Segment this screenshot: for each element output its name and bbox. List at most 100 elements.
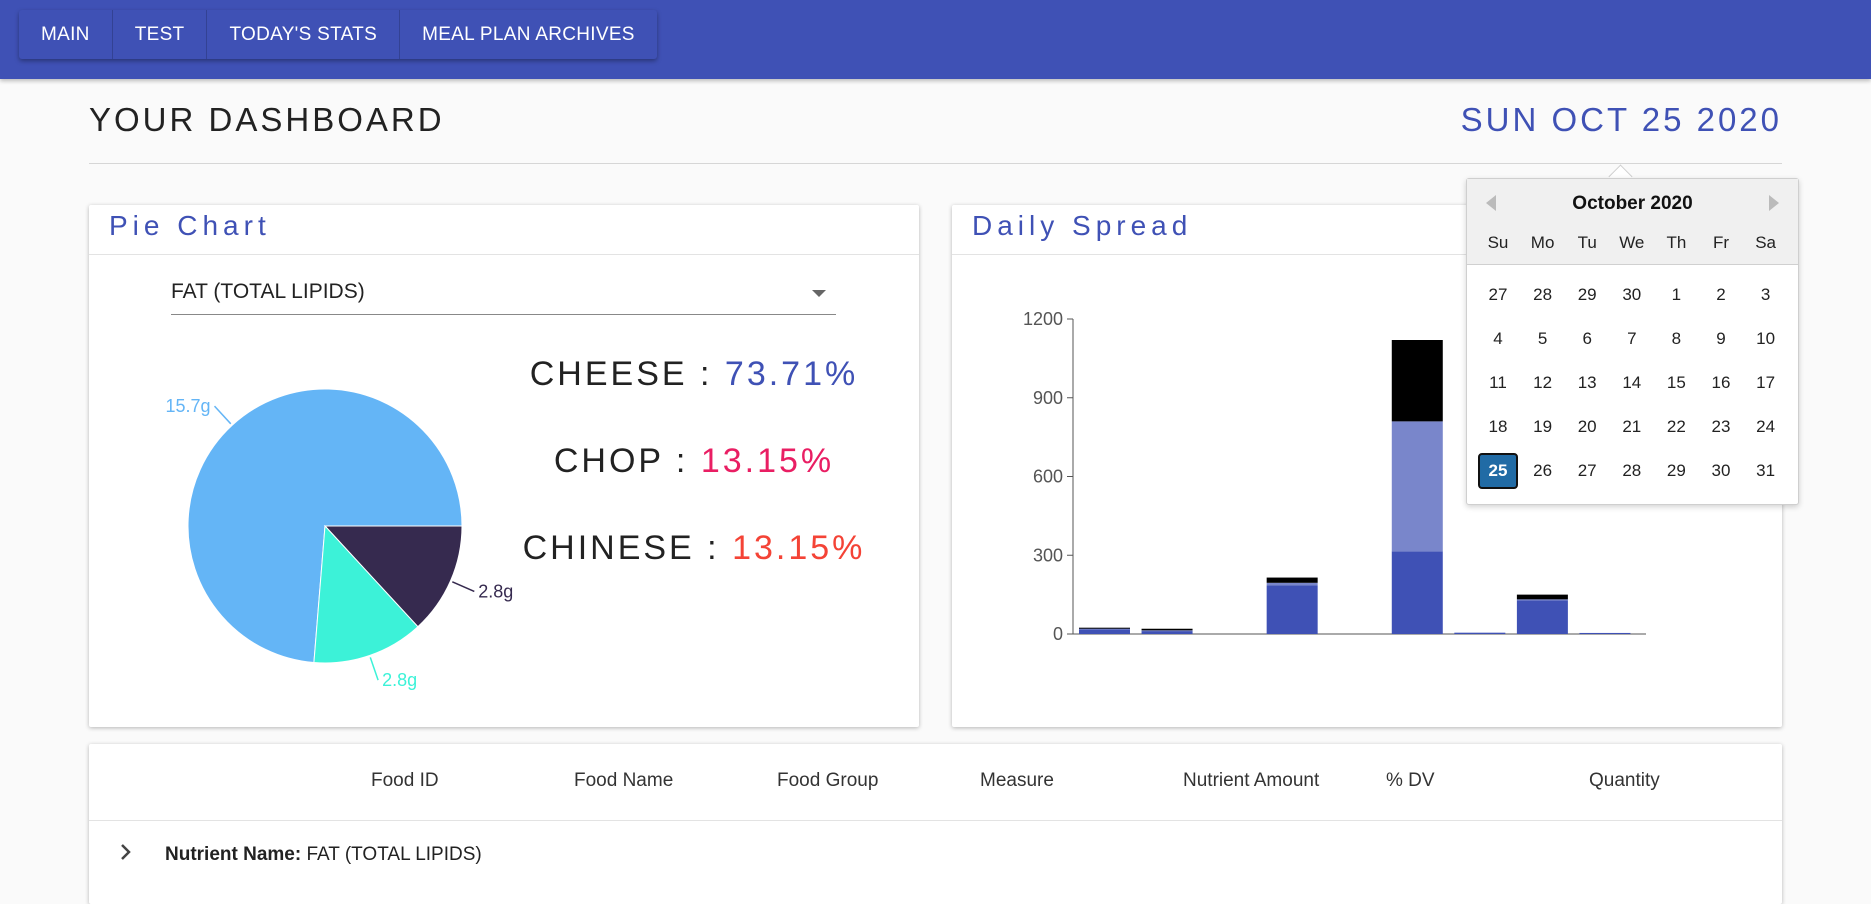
legend-name: CHINESE	[522, 529, 695, 567]
calendar-day[interactable]: 18	[1478, 409, 1518, 445]
col-header-quantity[interactable]: Quantity	[1589, 770, 1660, 792]
weekday-sa: Sa	[1755, 233, 1776, 252]
chevron-right-icon[interactable]	[119, 842, 133, 868]
calendar-day[interactable]: 15	[1656, 365, 1696, 401]
col-header-percent-dv[interactable]: % DV	[1386, 770, 1435, 792]
calendar-day[interactable]: 25	[1478, 453, 1518, 489]
bar-0-series-0[interactable]	[1079, 629, 1130, 634]
col-header-measure[interactable]: Measure	[980, 770, 1054, 792]
spread-card-title: Daily Spread	[972, 210, 1193, 241]
pie-slice-label-2: 2.8g	[382, 670, 417, 690]
calendar-day[interactable]: 22	[1656, 409, 1696, 445]
calendar-day[interactable]: 24	[1746, 409, 1786, 445]
calendar-day[interactable]: 19	[1523, 409, 1563, 445]
pie-chart-card: Pie Chart FAT (TOTAL LIPIDS) 15.7g 2.8g 2.…	[89, 205, 919, 727]
pie-label-leader-0	[213, 405, 232, 425]
bar-5-series-1[interactable]	[1391, 421, 1443, 552]
calendar-day[interactable]: 14	[1612, 365, 1652, 401]
legend-entry-chinese: CHINESE : 13.15%	[509, 529, 879, 568]
calendar-day[interactable]: 4	[1478, 321, 1518, 357]
legend-entry-cheese: CHEESE : 73.71%	[509, 355, 879, 394]
datepicker-month-label: October 2020	[1572, 193, 1693, 214]
nav-todays-stats-button[interactable]: TODAY'S STATS	[207, 10, 401, 59]
weekday-th: Th	[1666, 233, 1687, 252]
calendar-day[interactable]: 3	[1746, 277, 1786, 313]
pie-card-title: Pie Chart	[109, 210, 271, 241]
calendar-day[interactable]: 13	[1567, 365, 1607, 401]
bar-3-series-2[interactable]	[1266, 577, 1318, 583]
calendar-day[interactable]: 27	[1478, 277, 1518, 313]
col-header-food-name[interactable]: Food Name	[574, 770, 673, 792]
col-header-food-group[interactable]: Food Group	[777, 770, 878, 792]
calendar-day[interactable]: 29	[1656, 453, 1696, 489]
nutrient-name-value: FAT (TOTAL LIPIDS)	[301, 844, 482, 865]
col-header-food-id[interactable]: Food ID	[371, 770, 439, 792]
next-month-icon[interactable]	[1769, 195, 1779, 211]
calendar-day[interactable]: 17	[1746, 365, 1786, 401]
header-divider	[89, 163, 1782, 164]
bar-1-series-1[interactable]	[1141, 630, 1193, 632]
calendar-day[interactable]: 5	[1523, 321, 1563, 357]
app-bar: MAIN TEST TODAY'S STATS MEAL PLAN ARCHIV…	[0, 0, 1871, 79]
bar-5-series-0[interactable]	[1391, 551, 1443, 634]
legend-separator: :	[694, 529, 733, 567]
nav-test-button[interactable]: TEST	[113, 10, 208, 59]
calendar-day[interactable]: 23	[1701, 409, 1741, 445]
col-header-nutrient-amount[interactable]: Nutrient Amount	[1183, 770, 1319, 792]
bar-1-series-2[interactable]	[1141, 628, 1193, 631]
pie-slice-label-1: 2.8g	[478, 581, 513, 601]
bar-5-series-2[interactable]	[1391, 340, 1443, 422]
nav-main-button[interactable]: MAIN	[19, 10, 113, 59]
calendar-day[interactable]: 16	[1701, 365, 1741, 401]
dropdown-arrow-icon[interactable]	[812, 290, 826, 297]
pie-slice-label-0: 15.7g	[165, 396, 210, 416]
calendar-day[interactable]: 31	[1746, 453, 1786, 489]
bar-8-series-0[interactable]	[1579, 632, 1631, 634]
weekday-tu: Tu	[1577, 233, 1597, 252]
bar-3-series-0[interactable]	[1266, 585, 1318, 634]
bar-6-series-0[interactable]	[1454, 632, 1506, 634]
weekday-we: We	[1619, 233, 1645, 252]
calendar-day[interactable]: 9	[1701, 321, 1741, 357]
nav-meal-plan-archives-button[interactable]: MEAL PLAN ARCHIVES	[400, 10, 657, 59]
y-tick-label: 600	[1033, 467, 1063, 487]
weekday-fr: Fr	[1712, 233, 1730, 252]
calendar-day[interactable]: 21	[1612, 409, 1652, 445]
bar-3-series-1[interactable]	[1266, 582, 1318, 586]
calendar-day[interactable]: 2	[1701, 277, 1741, 313]
calendar-day[interactable]: 1	[1656, 277, 1696, 313]
y-tick-label: 0	[1053, 624, 1063, 644]
pie-label-leader-2	[369, 657, 379, 681]
table-header-divider	[89, 820, 1782, 821]
calendar-day[interactable]: 6	[1567, 321, 1607, 357]
calendar-day[interactable]: 28	[1523, 277, 1563, 313]
pie-label-leader-1	[452, 581, 475, 593]
bar-7-series-2[interactable]	[1516, 594, 1568, 600]
bar-0-series-2[interactable]	[1079, 627, 1130, 629]
calendar-day[interactable]: 20	[1567, 409, 1607, 445]
legend-name: CHEESE	[529, 355, 688, 393]
calendar-day[interactable]: 8	[1656, 321, 1696, 357]
calendar-day[interactable]: 10	[1746, 321, 1786, 357]
calendar-day[interactable]: 28	[1612, 453, 1652, 489]
legend-percent: 13.15%	[732, 529, 866, 567]
nutrient-select[interactable]: FAT (TOTAL LIPIDS)	[171, 276, 836, 315]
weekday-su: Su	[1487, 233, 1509, 252]
calendar-day[interactable]: 11	[1478, 365, 1518, 401]
datepicker-header: October 2020 Su Mo Tu We Th Fr Sa	[1467, 179, 1798, 265]
legend-separator: :	[663, 442, 701, 480]
pie-chart: 15.7g 2.8g 2.8g	[165, 388, 513, 690]
nutrient-name-label: Nutrient Name:	[165, 844, 302, 865]
calendar-day[interactable]: 26	[1523, 453, 1563, 489]
calendar-day[interactable]: 7	[1612, 321, 1652, 357]
nutrient-table: Food ID Food Name Food Group Measure Nut…	[89, 744, 1782, 904]
calendar-day[interactable]: 30	[1612, 277, 1652, 313]
bar-7-series-0[interactable]	[1516, 600, 1568, 634]
calendar-day[interactable]: 27	[1567, 453, 1607, 489]
bar-7-series-1[interactable]	[1516, 599, 1568, 601]
date-display[interactable]: SUN OCT 25 2020	[1461, 101, 1782, 139]
legend-percent: 73.71%	[724, 355, 859, 393]
calendar-day[interactable]: 29	[1567, 277, 1607, 313]
calendar-day[interactable]: 12	[1523, 365, 1563, 401]
calendar-day[interactable]: 30	[1701, 453, 1741, 489]
